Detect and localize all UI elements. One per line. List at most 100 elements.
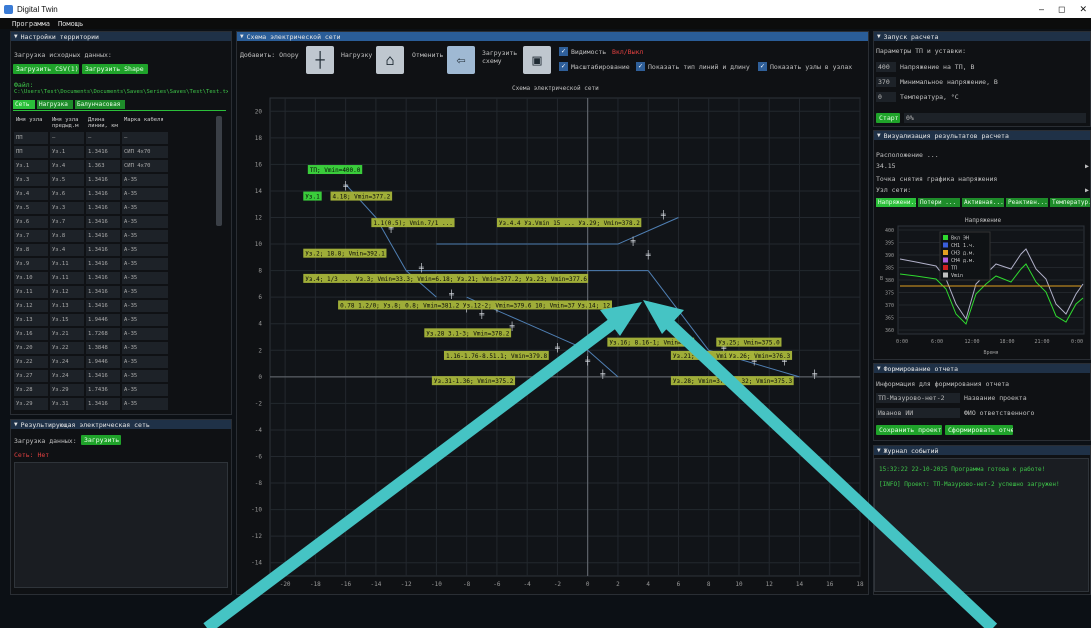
- table-cell[interactable]: 1.3416: [86, 286, 120, 298]
- table-cell[interactable]: Уз.4: [50, 160, 84, 172]
- column-header[interactable]: Имя узла: [14, 117, 48, 131]
- table-cell[interactable]: Уз.10: [14, 272, 48, 284]
- table-cell[interactable]: А-35: [122, 342, 168, 354]
- table-cell[interactable]: 1.3416: [86, 300, 120, 312]
- table-cell[interactable]: Уз.4: [14, 188, 48, 200]
- project-name-input[interactable]: ТП-Мазурово-нет-2: [876, 393, 960, 403]
- table-cell[interactable]: А-35: [122, 174, 168, 186]
- table-row[interactable]: ПП Уз.1 1.3416 СИП 4х70: [14, 145, 225, 159]
- minimize-button[interactable]: –: [1039, 4, 1044, 14]
- table-cell[interactable]: А-35: [122, 272, 168, 284]
- network-plot[interactable]: -20 -18 -16 -14 -12 -10 -8 -6 -4 -2 0 2 4 6 8 10 12 14 16 1…: [240, 92, 865, 592]
- table-cell[interactable]: А-35: [122, 370, 168, 382]
- table-cell[interactable]: Уз.5: [50, 174, 84, 186]
- table-cell[interactable]: 1.7436: [86, 384, 120, 396]
- table-cell[interactable]: 1.3848: [86, 342, 120, 354]
- voltage-input[interactable]: 400: [876, 62, 896, 72]
- table-cell[interactable]: Уз.24: [50, 370, 84, 382]
- report-header[interactable]: ▼ Формирование отчета: [874, 364, 1090, 373]
- table-cell[interactable]: Уз.3: [50, 202, 84, 214]
- table-cell[interactable]: А-35: [122, 188, 168, 200]
- table-cell[interactable]: СИП 4х70: [122, 146, 168, 158]
- table-row[interactable]: Уз.8 Уз.4 1.3416 А-35: [14, 243, 225, 257]
- pole-icon[interactable]: ┼: [306, 46, 334, 74]
- table-row[interactable]: Уз.3 Уз.5 1.3416 А-35: [14, 173, 225, 187]
- table-cell[interactable]: А-35: [122, 328, 168, 340]
- scale-checkbox[interactable]: ✓: [559, 62, 568, 71]
- tab-network[interactable]: Сеть: [13, 100, 35, 109]
- table-cell[interactable]: Уз.31: [50, 398, 84, 410]
- table-cell[interactable]: Уз.3: [14, 174, 48, 186]
- node-dropdown-arrow[interactable]: ▶: [1085, 186, 1089, 194]
- table-cell[interactable]: А-35: [122, 384, 168, 396]
- table-cell[interactable]: Уз.28: [14, 384, 48, 396]
- table-cell[interactable]: А-35: [122, 258, 168, 270]
- table-cell[interactable]: Уз.13: [50, 300, 84, 312]
- table-row[interactable]: Уз.1 Уз.4 1.363 СИП 4х70: [14, 159, 225, 173]
- table-row[interactable]: Уз.16 Уз.21 1.7268 А-35: [14, 327, 225, 341]
- table-cell[interactable]: Уз.12: [14, 300, 48, 312]
- table-cell[interactable]: Уз.8: [14, 244, 48, 256]
- table-cell[interactable]: Уз.11: [50, 258, 84, 270]
- table-scrollbar[interactable]: [216, 116, 222, 226]
- table-cell[interactable]: 1.3416: [86, 272, 120, 284]
- table-cell[interactable]: 1.7268: [86, 328, 120, 340]
- table-cell[interactable]: Уз.1: [14, 160, 48, 172]
- tab-reactive[interactable]: Реактивн...: [1006, 198, 1048, 207]
- table-cell[interactable]: Уз.4: [50, 244, 84, 256]
- linetype-checkbox[interactable]: ✓: [636, 62, 645, 71]
- table-cell[interactable]: А-35: [122, 286, 168, 298]
- table-row[interactable]: Уз.27 Уз.24 1.3416 А-35: [14, 369, 225, 383]
- table-row[interactable]: Уз.9 Уз.11 1.3416 А-35: [14, 257, 225, 271]
- table-row[interactable]: Уз.12 Уз.13 1.3416 А-35: [14, 299, 225, 313]
- table-cell[interactable]: 1.3416: [86, 244, 120, 256]
- table-cell[interactable]: Уз.15: [50, 314, 84, 326]
- table-cell[interactable]: 1.9446: [86, 314, 120, 326]
- column-header[interactable]: Имя узла предыд.м: [50, 117, 84, 131]
- load-shape-button[interactable]: Загрузить Shape: [82, 64, 148, 74]
- table-cell[interactable]: Уз.7: [50, 216, 84, 228]
- table-cell[interactable]: А-35: [122, 398, 168, 410]
- table-cell[interactable]: Уз.29: [14, 398, 48, 410]
- responsible-input[interactable]: Иванов ИИ: [876, 408, 960, 418]
- table-cell[interactable]: Уз.27: [14, 370, 48, 382]
- table-cell[interactable]: 1.3416: [86, 230, 120, 242]
- table-cell[interactable]: Уз.21: [50, 328, 84, 340]
- table-cell[interactable]: 1.3416: [86, 216, 120, 228]
- min-voltage-input[interactable]: 370: [876, 77, 896, 87]
- save-project-button[interactable]: Сохранить проект: [876, 425, 942, 435]
- start-button[interactable]: Старт: [876, 113, 900, 123]
- time-slider-handle[interactable]: ▶: [1085, 162, 1089, 170]
- table-cell[interactable]: Уз.8: [50, 230, 84, 242]
- table-cell[interactable]: ПП: [14, 132, 48, 144]
- resulting-header[interactable]: ▼ Результирующая электрическая сеть: [11, 420, 231, 429]
- table-cell[interactable]: Уз.12: [50, 286, 84, 298]
- table-cell[interactable]: А-35: [122, 300, 168, 312]
- table-cell[interactable]: Уз.22: [14, 356, 48, 368]
- nodes-checkbox[interactable]: ✓: [758, 62, 767, 71]
- table-row[interactable]: Уз.22 Уз.24 1.9446 А-35: [14, 355, 225, 369]
- table-cell[interactable]: Уз.24: [50, 356, 84, 368]
- building-icon[interactable]: ▣: [523, 46, 551, 74]
- table-cell[interactable]: 1.3416: [86, 258, 120, 270]
- menu-program[interactable]: Программа: [12, 20, 50, 28]
- menu-help[interactable]: Помощь: [58, 20, 83, 28]
- table-cell[interactable]: ПП: [14, 146, 48, 158]
- table-row[interactable]: Уз.4 Уз.6 1.3416 А-35: [14, 187, 225, 201]
- table-row[interactable]: Уз.20 Уз.22 1.3848 А-35: [14, 341, 225, 355]
- table-cell[interactable]: А-35: [122, 202, 168, 214]
- settings-header[interactable]: ▼ Настройки территории: [11, 32, 231, 41]
- log-header[interactable]: ▼ Журнал событий: [874, 446, 1090, 455]
- table-cell[interactable]: 1.3416: [86, 398, 120, 410]
- visibility-checkbox[interactable]: ✓: [559, 47, 568, 56]
- calc-header[interactable]: ▼ Запуск расчета: [874, 32, 1090, 41]
- make-report-button[interactable]: Сформировать отчет: [945, 425, 1013, 435]
- table-cell[interactable]: А-35: [122, 356, 168, 368]
- table-cell[interactable]: А-35: [122, 244, 168, 256]
- table-cell[interactable]: СИП 4х70: [122, 160, 168, 172]
- tab-voltage[interactable]: Напряжени...: [876, 198, 916, 207]
- table-cell[interactable]: 1.3416: [86, 188, 120, 200]
- tab-load[interactable]: Нагрузка: [37, 100, 73, 109]
- table-cell[interactable]: Уз.11: [50, 272, 84, 284]
- table-cell[interactable]: 1.3416: [86, 202, 120, 214]
